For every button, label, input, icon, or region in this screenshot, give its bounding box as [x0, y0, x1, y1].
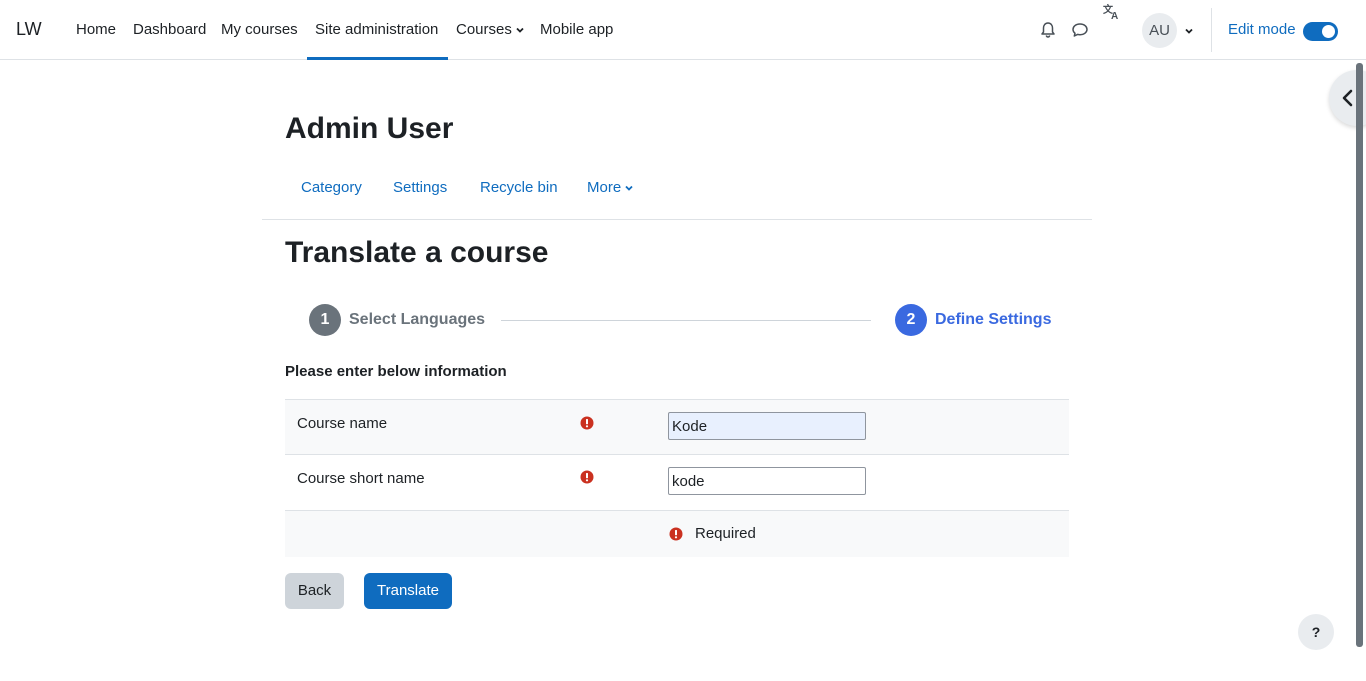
nav-courses[interactable]: Courses [456, 0, 525, 60]
course-short-name-label: Course short name [297, 470, 425, 487]
nav-home[interactable]: Home [76, 0, 116, 60]
back-button[interactable]: Back [285, 573, 344, 609]
nav-site-administration[interactable]: Site administration [307, 0, 448, 60]
edit-mode-label: Edit mode [1228, 21, 1296, 38]
main-heading: Translate a course [285, 236, 549, 269]
page-scrollbar[interactable] [1356, 63, 1363, 647]
nav-dashboard[interactable]: Dashboard [133, 0, 206, 60]
step-1-label: Select Languages [349, 311, 486, 328]
nav-mobile-app[interactable]: Mobile app [540, 0, 613, 60]
site-logo[interactable]: LW [16, 19, 42, 40]
avatar[interactable]: AU [1142, 13, 1177, 48]
chat-icon[interactable] [1071, 21, 1089, 39]
chevron-down-icon [516, 27, 524, 33]
step-1-number: 1 [309, 304, 341, 336]
course-short-name-field[interactable] [668, 467, 866, 495]
header-divider [262, 219, 1092, 220]
course-name-field[interactable] [668, 412, 866, 440]
nav-courses-label: Courses [456, 21, 512, 38]
user-menu-chevron-down-icon[interactable] [1184, 26, 1194, 36]
svg-text:A: A [1111, 11, 1118, 21]
required-note-row: Required [285, 511, 1069, 557]
translate-button[interactable]: Translate [364, 573, 452, 609]
course-name-row: Course name [285, 399, 1069, 455]
navbar-divider [1211, 8, 1212, 52]
nav-my-courses[interactable]: My courses [221, 0, 298, 60]
tab-settings[interactable]: Settings [393, 179, 447, 196]
chevron-left-icon [1342, 89, 1353, 107]
tab-more[interactable]: More [587, 179, 634, 196]
required-note: Required [695, 525, 756, 542]
tab-recycle-bin[interactable]: Recycle bin [480, 179, 558, 196]
step-connector [501, 320, 871, 321]
course-name-label: Course name [297, 415, 388, 432]
chevron-down-icon [625, 185, 633, 191]
tab-category[interactable]: Category [301, 179, 362, 196]
help-button[interactable]: ? [1298, 614, 1334, 650]
toggle-knob [1322, 25, 1335, 38]
bell-icon[interactable] [1039, 21, 1057, 39]
required-icon [580, 470, 594, 484]
required-icon [669, 527, 683, 541]
step-2-label: Define Settings [935, 311, 1052, 328]
course-short-name-row: Course short name [285, 455, 1069, 511]
edit-mode-toggle[interactable] [1303, 22, 1338, 41]
form-intro: Please enter below information [285, 363, 507, 380]
page-title: Admin User [285, 112, 454, 145]
nav-site-administration-label: Site administration [315, 21, 439, 38]
tab-more-label: More [587, 179, 622, 196]
top-navbar: LW Home Dashboard My courses Site admini… [0, 0, 1366, 60]
required-icon [580, 416, 594, 430]
translate-icon[interactable]: 文 A [1102, 3, 1122, 21]
step-2-number: 2 [895, 304, 927, 336]
